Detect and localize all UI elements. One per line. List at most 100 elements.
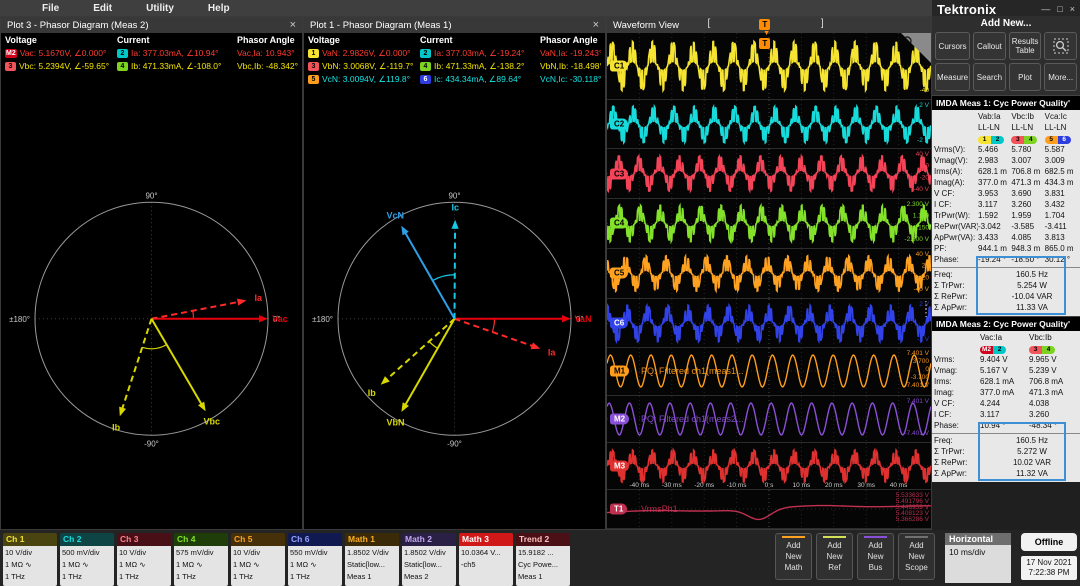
legend-text: VaN,Ia: -19.243° bbox=[540, 48, 601, 58]
cursors-button[interactable]: Cursors bbox=[935, 32, 971, 60]
menu-bar: File Edit Utility Help bbox=[0, 0, 932, 16]
source-badge: 2 bbox=[420, 49, 431, 58]
meas-badge-title[interactable]: IMDA Meas 2: Cyc Power Quality' bbox=[932, 316, 1080, 331]
more-button[interactable]: More... bbox=[1044, 63, 1077, 91]
channel-badge-math3[interactable]: Math 3 10.0364 V... -ch5 bbox=[459, 533, 513, 586]
channel-badge-name: Ch 4 bbox=[174, 533, 228, 546]
channel-badge-line: 10 V/div bbox=[5, 548, 33, 557]
channel-badge-ch3[interactable]: Ch 3 10 V/div 1 MΩ ∿ 1 THz bbox=[117, 533, 171, 586]
meas-badge-pair: 34 bbox=[1029, 343, 1078, 354]
plot1-legend: Voltage Current Phasor Angle 1 VaN: 2.9826V,… bbox=[304, 33, 605, 91]
horizontal-panel[interactable]: Horizontal 10 ms/div bbox=[945, 533, 1011, 583]
legend-cell: 4 Ib: 471.33mA, ∠-108.0° bbox=[117, 60, 237, 73]
trace-row-C4[interactable]: C4 2.300 V 1.150 -1.150 -2.300 V bbox=[607, 199, 931, 249]
callout-button[interactable]: Callout bbox=[973, 32, 1006, 60]
channel-badge-line: 1 MΩ ∿ bbox=[176, 560, 203, 569]
channel-badge-math1[interactable]: Math 1 1.8502 V/div Static[low... Meas 1 bbox=[345, 533, 399, 586]
channel-badge-line: Static[low... bbox=[404, 560, 442, 569]
meas-value: 9.965 V bbox=[1029, 355, 1057, 364]
plot1-header[interactable]: Plot 1 - Phasor Diagram (Meas 1) × bbox=[304, 17, 605, 33]
close-icon[interactable]: × bbox=[1070, 4, 1075, 14]
channel-badge-math2[interactable]: Math 2 1.8502 V/div Static[low... Meas 2 bbox=[402, 533, 456, 586]
channel-badge-ch4[interactable]: Ch 4 575 mV/div 1 MΩ ∿ 1 THz bbox=[174, 533, 228, 586]
meas-value: 865.0 m bbox=[1044, 244, 1074, 253]
add-button-line: New bbox=[908, 552, 925, 561]
trace-tag-C2[interactable]: C2 bbox=[610, 118, 629, 130]
trace-row-C6[interactable]: C6 2 V -2 V bbox=[607, 298, 931, 349]
add-button-line: New bbox=[785, 552, 802, 561]
channel-badge-line: 1 MΩ ∿ bbox=[290, 560, 317, 569]
trace-tag-C6[interactable]: C6 bbox=[610, 317, 629, 329]
channel-badge-ch5[interactable]: Ch 5 10 V/div 1 MΩ ∿ 1 THz bbox=[231, 533, 285, 586]
plot-button[interactable]: Plot bbox=[1008, 63, 1042, 91]
menu-item-file[interactable]: File bbox=[42, 3, 59, 14]
add-new-bus-button[interactable]: Add New Bus bbox=[857, 533, 894, 580]
channel-badge-ch6[interactable]: Ch 6 550 mV/div 1 MΩ ∿ 1 THz bbox=[288, 533, 342, 586]
meas-badge-title[interactable]: IMDA Meas 1: Cyc Power Quality' bbox=[932, 95, 1080, 110]
trigger-marker-top[interactable]: T bbox=[759, 19, 771, 30]
svg-text:20: 20 bbox=[922, 263, 930, 270]
plot3-panel: Plot 3 - Phasor Diagram (Meas 2) × Volta… bbox=[0, 16, 303, 530]
source-badge-pair: 56 bbox=[1044, 136, 1071, 144]
restore-icon[interactable]: □ bbox=[1057, 4, 1062, 14]
meas-row: V CF: 4.244 4.038 bbox=[934, 398, 1078, 409]
minimize-icon[interactable]: — bbox=[1041, 4, 1050, 14]
meas-row-label: TrPwr(W): bbox=[934, 211, 971, 220]
add-new-math-button[interactable]: Add New Math bbox=[775, 533, 812, 580]
plot1-close-icon[interactable]: × bbox=[593, 19, 599, 31]
plot3-close-icon[interactable]: × bbox=[290, 19, 296, 31]
meas-col-header: Vbc:Ib bbox=[1011, 112, 1035, 121]
legend-columns: Voltage Current Phasor Angle bbox=[5, 34, 298, 47]
channel-badge-name: Ch 1 bbox=[3, 533, 57, 546]
plot3-header[interactable]: Plot 3 - Phasor Diagram (Meas 2) × bbox=[1, 17, 302, 33]
trace-row-T1[interactable]: T1 VrmsPh1 5.533633 V 5.491796 V 5.449959 V5… bbox=[607, 490, 931, 530]
meas-value: 4.038 bbox=[1029, 399, 1050, 408]
trace-row-M3[interactable]: M3 -40 ms -30 ms -20 ms -10 ms 0 s 10 ms 20 ms 3… bbox=[607, 442, 931, 491]
trace-tag-M2[interactable]: M2 bbox=[610, 413, 630, 425]
offline-button[interactable]: Offline bbox=[1021, 533, 1077, 551]
summary-label: Σ TrPwr: bbox=[934, 447, 965, 456]
trace-tag-M3[interactable]: M3 bbox=[610, 460, 630, 472]
channel-badge-trend2[interactable]: Trend 2 15.9182 ... Cyc Powe... Meas 1 bbox=[516, 533, 570, 586]
add-new-scope-button[interactable]: Add New Scope bbox=[898, 533, 935, 580]
plot3-phasor-diagram: 90° 0° ±180° -90° Vac Ia Vbc Ib bbox=[1, 91, 302, 529]
trace-row-C5[interactable]: C5 40 V 20 -20 -40 V bbox=[607, 248, 931, 299]
svg-text:30 ms: 30 ms bbox=[857, 482, 875, 489]
channel-badge-ch1[interactable]: Ch 1 10 V/div 1 MΩ ∿ 1 THz bbox=[3, 533, 57, 586]
measure-button[interactable]: Measure bbox=[935, 63, 971, 91]
meas-row: PF: 944.1 m 948.3 m 865.0 m bbox=[934, 243, 1078, 254]
meas-value: 4.085 bbox=[1011, 233, 1032, 242]
trace-tag-C3[interactable]: C3 bbox=[610, 168, 629, 180]
menu-item-edit[interactable]: Edit bbox=[93, 3, 112, 14]
legend-cell: M2 Vac: 5.1670V, ∠0.000° bbox=[5, 47, 117, 60]
channel-badge-details: 10.0364 V... -ch5 bbox=[459, 546, 513, 586]
svg-text:-2.300 V: -2.300 V bbox=[904, 236, 929, 243]
acq-bracket-left[interactable]: [ bbox=[707, 18, 710, 29]
source-badge-pair: 34 bbox=[1011, 136, 1038, 144]
results-table-button[interactable]: Results Table bbox=[1008, 32, 1042, 60]
trace-tag-C1[interactable]: C1 bbox=[610, 60, 629, 72]
trace-row-C2[interactable]: C2 2 V -2 V bbox=[607, 99, 931, 150]
trace-row-C3[interactable]: C3 40 V 20 -20 -40 V bbox=[607, 149, 931, 200]
meas-row: I CF: 3.117 3.260 bbox=[934, 409, 1078, 420]
trace-tag-C5[interactable]: C5 bbox=[610, 267, 629, 279]
panel-resize-handle[interactable]: ⋮ ⋮ ⋮ bbox=[921, 300, 931, 318]
search-button[interactable]: Search bbox=[973, 63, 1006, 91]
svg-text:1.150: 1.150 bbox=[913, 213, 930, 220]
trigger-marker-level[interactable]: T bbox=[759, 38, 771, 49]
meas-row: Vab:Ia Vbc:Ib Vca:Ic bbox=[934, 111, 1078, 122]
plot3-title: Plot 3 - Phasor Diagram (Meas 2) bbox=[7, 19, 149, 31]
svg-text:Ia: Ia bbox=[548, 348, 557, 358]
channel-badge-ch2[interactable]: Ch 2 500 mV/div 1 MΩ ∿ 1 THz bbox=[60, 533, 114, 586]
menu-item-utility[interactable]: Utility bbox=[146, 3, 174, 14]
trace-row-M2[interactable]: M2 PQ: Filtered ch1(meas2... 7.401 V -7.401… bbox=[607, 395, 931, 443]
channel-badge-line: 575 mV/div bbox=[176, 548, 214, 557]
acq-bracket-right[interactable]: ] bbox=[821, 18, 824, 29]
zoom-tool-button[interactable] bbox=[1044, 32, 1077, 60]
menu-item-help[interactable]: Help bbox=[208, 3, 230, 14]
add-new-ref-button[interactable]: Add New Ref bbox=[816, 533, 853, 580]
trace-tag-T1[interactable]: T1 bbox=[610, 503, 628, 515]
trace-tag-C4[interactable]: C4 bbox=[610, 217, 629, 229]
trace-tag-M1[interactable]: M1 bbox=[610, 365, 630, 377]
trace-row-M1[interactable]: M1 PQ: Filtered ch1(meas1... 7.401 V 3.700 0… bbox=[607, 348, 931, 396]
